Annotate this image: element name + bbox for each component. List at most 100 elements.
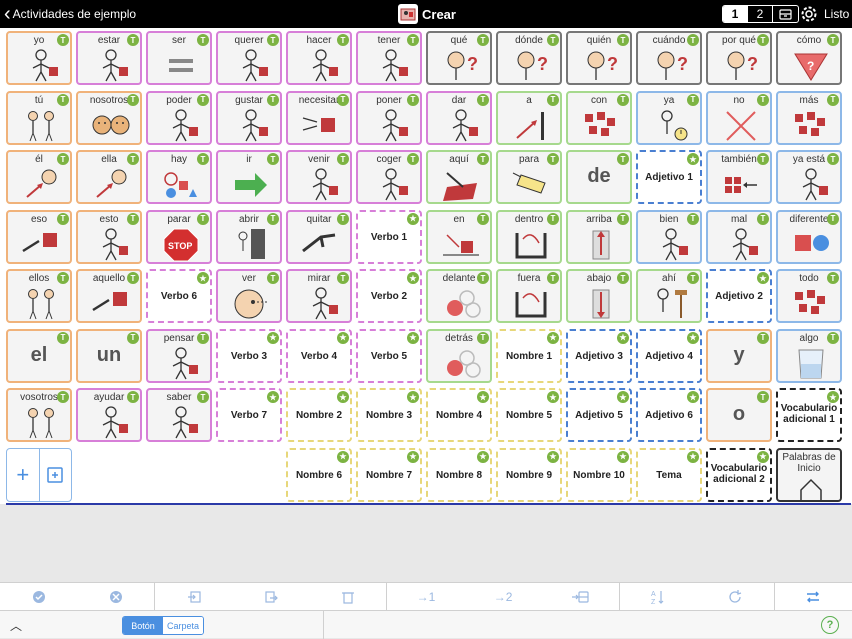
word-button[interactable]: Nombre 2 ★	[286, 388, 352, 442]
done-button[interactable]: Listo	[824, 7, 849, 21]
word-button[interactable]: Verbo 6 ★	[146, 269, 212, 323]
word-button[interactable]: Nombre 9 ★	[496, 447, 562, 502]
word-button[interactable]: yT	[706, 328, 772, 383]
move-to-page-2-button[interactable]: →2	[465, 583, 542, 610]
deselect-icon[interactable]	[77, 583, 154, 610]
word-button[interactable]: necesitar T	[286, 90, 352, 145]
word-button[interactable]: dónde? T	[496, 31, 562, 85]
word-button[interactable]: mirar T	[286, 269, 352, 323]
move-in-icon[interactable]	[155, 583, 232, 610]
word-button[interactable]: hacer T	[286, 31, 352, 85]
word-button[interactable]: Adjetivo 5 ★	[566, 388, 632, 442]
word-button[interactable]: Nombre 1 ★	[496, 328, 562, 383]
word-button[interactable]: dentro T	[496, 209, 562, 264]
word-button[interactable]: de T	[566, 150, 632, 204]
word-button[interactable]: ayudar T	[76, 388, 142, 442]
add-button-icon[interactable]: +	[7, 449, 40, 501]
word-button[interactable]: dar T	[426, 90, 492, 145]
word-button[interactable]: quién? T	[566, 31, 632, 85]
storage-button[interactable]	[773, 6, 798, 22]
word-button[interactable]: Nombre 6 ★	[286, 447, 352, 502]
word-button[interactable]: todo T	[776, 269, 842, 323]
word-button[interactable]: Nombre 3 ★	[356, 388, 422, 442]
word-button[interactable]: coger T	[356, 150, 422, 204]
word-button[interactable]: Verbo 5 ★	[356, 328, 422, 383]
word-button[interactable]: Vocabulario adicional 1 ★	[776, 388, 842, 442]
word-button[interactable]: con T	[566, 90, 632, 145]
word-button[interactable]: Verbo 7 ★	[216, 388, 282, 442]
word-button[interactable]: quitar T	[286, 209, 352, 264]
move-to-page-1-button[interactable]: →1	[387, 583, 464, 610]
word-button[interactable]: nosotros T	[76, 90, 142, 145]
word-button[interactable]: un T	[76, 328, 142, 383]
mode-button[interactable]: Botón	[123, 617, 163, 634]
word-button[interactable]: Verbo 1 ★	[356, 209, 422, 264]
word-button[interactable]: abrir T	[216, 209, 282, 264]
word-button[interactable]: yo T	[6, 31, 72, 85]
word-button[interactable]: Vocabulario adicional 2 ★	[706, 447, 772, 502]
word-button[interactable]: bien T	[636, 209, 702, 264]
back-button[interactable]: ‹ Actividades de ejemplo	[4, 4, 136, 24]
word-button[interactable]: ser T	[146, 31, 212, 85]
chevron-up-icon[interactable]: ︿	[10, 617, 22, 634]
word-button[interactable]: diferente T	[776, 209, 842, 264]
word-button[interactable]: tú T	[6, 90, 72, 145]
word-button[interactable]: tener T	[356, 31, 422, 85]
help-icon[interactable]: ?	[821, 616, 839, 634]
word-button[interactable]: saber T	[146, 388, 212, 442]
word-button[interactable]: en T	[426, 209, 492, 264]
word-button[interactable]: parar STOP T	[146, 209, 212, 264]
word-button[interactable]: también T	[706, 150, 772, 204]
word-button[interactable]: ella T	[76, 150, 142, 204]
word-button[interactable]: vosotros T	[6, 388, 72, 442]
select-all-icon[interactable]	[0, 583, 77, 610]
trash-icon[interactable]	[309, 583, 386, 610]
word-button[interactable]: eso T	[6, 209, 72, 264]
word-button[interactable]: esto T	[76, 209, 142, 264]
mode-folder[interactable]: Carpeta	[163, 617, 203, 634]
word-button[interactable]: cómo? T	[776, 31, 842, 85]
word-button[interactable]: para T	[496, 150, 562, 204]
word-button[interactable]: oT	[706, 388, 772, 442]
word-button[interactable]: ahí T	[636, 269, 702, 323]
word-button[interactable]: más T	[776, 90, 842, 145]
word-button[interactable]: abajo T	[566, 269, 632, 323]
word-button[interactable]: algo T	[776, 328, 842, 383]
word-button[interactable]: Adjetivo 6 ★	[636, 388, 702, 442]
word-button[interactable]: cuándo? T	[636, 31, 702, 85]
word-button[interactable]: Nombre 7 ★	[356, 447, 422, 502]
word-button[interactable]: no T	[706, 90, 772, 145]
word-button[interactable]: él T	[6, 150, 72, 204]
word-button[interactable]: fuera T	[496, 269, 562, 323]
word-button[interactable]: hay T	[146, 150, 212, 204]
word-button[interactable]: Verbo 4 ★	[286, 328, 352, 383]
word-button[interactable]: mal T	[706, 209, 772, 264]
add-folder-icon[interactable]	[40, 449, 72, 501]
word-button[interactable]: venir T	[286, 150, 352, 204]
word-button[interactable]: Palabras de Inicio	[776, 447, 842, 502]
word-button[interactable]: Adjetivo 1 ★	[636, 150, 702, 204]
word-button[interactable]: poner T	[356, 90, 422, 145]
word-button[interactable]: por qué? T	[706, 31, 772, 85]
word-button[interactable]: aquí T	[426, 150, 492, 204]
page-2-button[interactable]: 2	[748, 6, 773, 22]
word-button[interactable]: arriba T	[566, 209, 632, 264]
word-button[interactable]: ver T	[216, 269, 282, 323]
word-button[interactable]: Adjetivo 4 ★	[636, 328, 702, 383]
word-button[interactable]: Adjetivo 3 ★	[566, 328, 632, 383]
gear-icon[interactable]	[799, 4, 819, 24]
word-button[interactable]: Adjetivo 2 ★	[706, 269, 772, 323]
word-button[interactable]: aT	[496, 90, 562, 145]
move-to-storage-icon[interactable]	[542, 583, 619, 610]
word-button[interactable]: estar T	[76, 31, 142, 85]
word-button[interactable]: Nombre 4 ★	[426, 388, 492, 442]
word-button[interactable]: Verbo 2 ★	[356, 269, 422, 323]
word-button[interactable]: el T	[6, 328, 72, 383]
sort-az-icon[interactable]: AZ	[620, 583, 697, 610]
refresh-icon[interactable]	[697, 583, 774, 610]
paste-icon[interactable]	[232, 583, 309, 610]
page-1-button[interactable]: 1	[723, 6, 748, 22]
word-button[interactable]: qué? T	[426, 31, 492, 85]
word-button[interactable]: aquello T	[76, 269, 142, 323]
word-button[interactable]: detrás T	[426, 328, 492, 383]
